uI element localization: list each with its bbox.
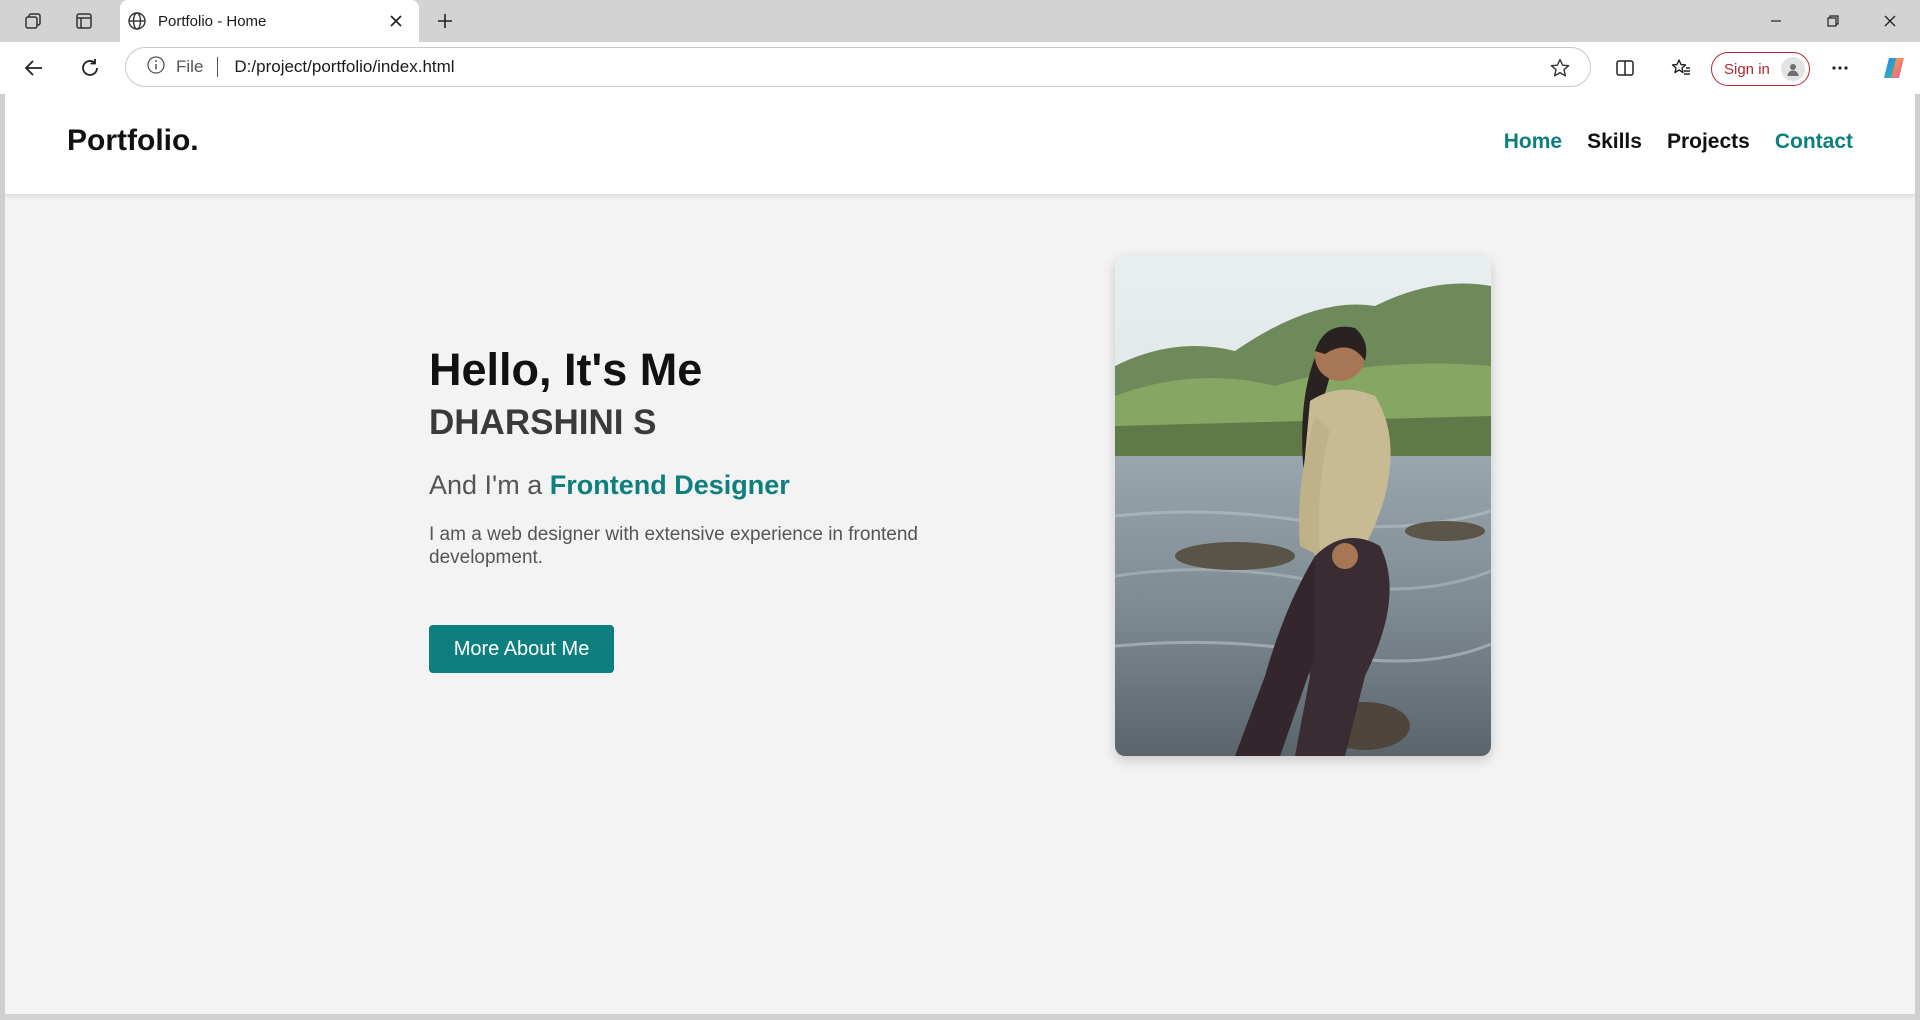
minimize-icon[interactable] — [1748, 0, 1804, 42]
hero-greeting: Hello, It's Me — [429, 344, 703, 395]
nav-link-home[interactable]: Home — [1504, 130, 1562, 154]
close-window-icon[interactable] — [1862, 0, 1918, 42]
site-header: Portfolio. Home Skills Projects Contact — [5, 94, 1915, 194]
hero-description: I am a web designer with extensive exper… — [429, 523, 918, 568]
address-url[interactable]: D:/project/portfolio/index.html — [234, 57, 454, 77]
split-screen-icon[interactable] — [1607, 52, 1643, 84]
more-options-icon[interactable] — [1822, 52, 1858, 84]
sign-in-button[interactable]: Sign in — [1711, 52, 1810, 86]
globe-icon — [126, 10, 148, 32]
copilot-icon[interactable] — [1876, 52, 1912, 84]
info-icon[interactable] — [146, 55, 166, 80]
restore-icon[interactable] — [1805, 0, 1861, 42]
sign-in-label: Sign in — [1724, 60, 1770, 78]
favorites-icon[interactable] — [1663, 52, 1699, 84]
workspaces-icon[interactable] — [17, 6, 49, 36]
site-logo[interactable]: Portfolio. — [67, 124, 199, 158]
new-tab-icon[interactable] — [428, 6, 462, 36]
hero-role-highlight: Frontend Designer — [549, 469, 790, 500]
main-nav: Home Skills Projects Contact — [1504, 130, 1853, 154]
hero-role-prefix: And I'm a — [429, 469, 550, 500]
nav-link-contact[interactable]: Contact — [1775, 130, 1853, 154]
back-icon[interactable] — [16, 52, 52, 84]
profile-avatar-icon — [1781, 57, 1805, 81]
page-viewport: Portfolio. Home Skills Projects Contact … — [5, 94, 1915, 1014]
refresh-icon[interactable] — [72, 52, 108, 84]
address-bar[interactable]: File D:/project/portfolio/index.html — [125, 47, 1591, 87]
window-bottom-edge — [0, 1014, 1920, 1020]
browser-tab-bar: Portfolio - Home — [0, 0, 1920, 42]
tab-title: Portfolio - Home — [158, 12, 267, 30]
more-about-me-button[interactable]: More About Me — [429, 625, 614, 673]
favorite-star-icon[interactable] — [1548, 56, 1572, 80]
profile-photo — [1115, 256, 1491, 756]
address-scheme-label: File — [176, 57, 204, 76]
nav-link-projects[interactable]: Projects — [1667, 130, 1750, 154]
hero-name: DHARSHINI S — [429, 402, 657, 442]
browser-toolbar: File D:/project/portfolio/index.html Sig… — [0, 42, 1920, 94]
hero-text: Hello, It's Me DHARSHINI S And I'm a Fro… — [429, 344, 989, 569]
nav-link-skills[interactable]: Skills — [1587, 130, 1642, 154]
address-divider — [217, 57, 219, 77]
hero-role: And I'm a Frontend Designer — [429, 470, 989, 501]
portrait-photo-icon — [1115, 256, 1491, 756]
close-tab-icon[interactable] — [385, 10, 407, 32]
active-tab[interactable]: Portfolio - Home — [120, 0, 419, 42]
vertical-tabs-icon[interactable] — [68, 6, 100, 36]
